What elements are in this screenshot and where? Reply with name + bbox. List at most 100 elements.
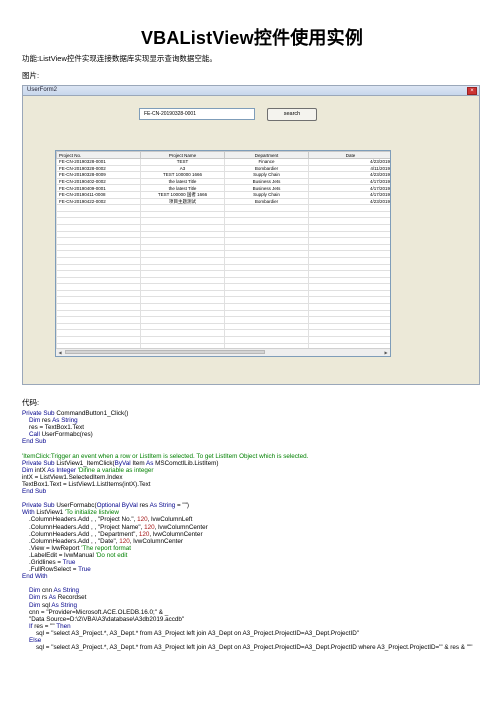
empty-cell [56, 223, 141, 232]
code-token: Dim [22, 594, 42, 602]
column-header[interactable]: Department [224, 151, 309, 159]
empty-cell [56, 230, 141, 239]
code-token: Item [132, 459, 147, 467]
list-cell: Supply Chain [224, 190, 309, 199]
empty-cell [56, 316, 141, 324]
code-token: 120 [137, 516, 148, 524]
scrollbar-thumb[interactable] [65, 350, 265, 354]
empty-cell [224, 256, 309, 265]
empty-cell [308, 303, 390, 311]
list-view[interactable]: Project No. Project Name Department Date FE… [55, 150, 391, 357]
column-header[interactable]: Project Name [140, 151, 225, 159]
empty-cell [140, 217, 225, 225]
code-token: intX [34, 466, 48, 474]
list-cell: FE-CN-20190409-0001 [56, 184, 141, 192]
code-token: UserFormabc(res) [41, 431, 93, 439]
empty-cell [308, 237, 390, 245]
empty-row [56, 322, 390, 331]
code-token: Else [22, 637, 42, 644]
list-item[interactable]: FE-CN-20190328-0009 TEST 100000 1666 Suppl… [56, 171, 390, 179]
code-token: res = "" [34, 622, 57, 630]
code-line: res = TextBox1.Text [22, 424, 492, 431]
empty-cell [140, 230, 225, 239]
code-token: As String [52, 417, 78, 425]
empty-cell [224, 217, 309, 225]
column-header-row: Project No. Project Name Department Date [56, 151, 390, 159]
list-item[interactable]: FE-CN-20190411-0008 TEST 100000 国者 1666 Su… [56, 190, 390, 199]
code-token: Private Sub [22, 502, 57, 510]
code-line: End Sub [22, 438, 492, 445]
list-item[interactable]: FE-CN-20190328-0001 TEST Finance 4/23/2019 [56, 158, 390, 166]
empty-row [56, 270, 390, 278]
code-line: Else [22, 637, 492, 644]
empty-row [56, 250, 390, 258]
empty-row [56, 223, 390, 232]
code-token: intX = ListView1.SelectedItem.Index [22, 473, 123, 481]
code-token: Dim [22, 601, 42, 609]
scroll-left-icon[interactable]: ◀ [57, 350, 63, 355]
code-line: .ColumnHeaders.Add , , "Date", 120, lvwC… [22, 538, 492, 545]
empty-cell [224, 204, 309, 212]
code-line: Private Sub CommandButton1_Click() [22, 410, 492, 417]
empty-row [56, 230, 390, 239]
empty-cell [56, 355, 141, 356]
column-header[interactable]: Date [308, 151, 390, 159]
list-cell: FE-CN-20190422-0002 [56, 197, 141, 206]
code-token: .LabelEdit = lvwManual [22, 551, 96, 559]
empty-cell [140, 237, 225, 245]
code-line: Dim intX As Integer 'Difine a variable a… [22, 467, 492, 474]
list-cell: FE-CN-20190328-0002 [56, 164, 141, 173]
code-line: TextBox1.Text = ListView1.ListItems(intX… [22, 481, 492, 488]
list-item[interactable]: FE-CN-20190328-0002 A3 Bombardier 4/11/2019 [56, 164, 390, 173]
list-item[interactable]: FE-CN-20190402-0002 the latest Title Busin… [56, 177, 390, 186]
code-line: Dim rs As Recordset [22, 594, 492, 601]
code-token: , lvwColumnCenter [154, 523, 208, 531]
empty-cell [140, 322, 225, 331]
code-token: rs [41, 594, 49, 602]
empty-cell [308, 329, 390, 338]
empty-cell [56, 322, 141, 331]
code-line: Private Sub UserFormabc(Optional ByVal r… [22, 502, 492, 509]
list-cell: A3 [140, 164, 225, 173]
empty-cell [224, 329, 309, 338]
empty-cell [224, 237, 309, 245]
search-input[interactable]: FE-CN-20190328-0001 [139, 108, 255, 120]
code-token: 'Difine a variable as integer [77, 466, 154, 474]
list-cell: the latest Title [140, 177, 225, 186]
code-token: res [139, 502, 150, 510]
close-icon[interactable]: × [467, 87, 477, 95]
empty-cell [308, 256, 390, 265]
code-token: As Integer [47, 466, 78, 474]
code-line: Call UserFormabc(res) [22, 431, 492, 438]
empty-row [56, 204, 390, 212]
list-item[interactable]: FE-CN-20190409-0001 the latest Title Busin… [56, 184, 390, 192]
empty-cell [224, 283, 309, 291]
empty-row [56, 316, 390, 324]
empty-cell [224, 316, 309, 324]
scroll-right-icon[interactable]: ▶ [383, 350, 389, 355]
empty-cell [224, 322, 309, 331]
empty-cell [308, 276, 390, 285]
code-line: End Sub [22, 488, 492, 495]
list-cell: 4/17/2019 [308, 177, 390, 186]
image-label: 图片: [22, 71, 40, 80]
empty-cell [308, 316, 390, 324]
search-button[interactable]: search [267, 108, 317, 121]
code-token: With [22, 509, 37, 517]
empty-cell [56, 243, 141, 252]
code-token: cnn [41, 587, 54, 595]
code-line: "Data Source=D:\2\VBA\A3\database\A3db20… [22, 616, 492, 623]
empty-row [56, 329, 390, 338]
list-cell: Finance [224, 158, 309, 166]
empty-cell [140, 210, 225, 219]
list-cell: the latest Title [140, 184, 225, 192]
code-token: 'The report format [81, 544, 132, 552]
code-token: CommandButton1_Click() [56, 410, 129, 417]
code-token: Call [22, 431, 42, 439]
empty-cell [56, 336, 141, 344]
list-item[interactable]: FE-CN-20190422-0002 项目主题测试 Bombardier 4/23/… [56, 197, 390, 206]
horizontal-scrollbar[interactable]: ◀ ▶ [56, 348, 390, 356]
column-header[interactable]: Project No. [56, 151, 141, 159]
empty-cell [308, 250, 390, 258]
empty-cell [56, 250, 141, 258]
